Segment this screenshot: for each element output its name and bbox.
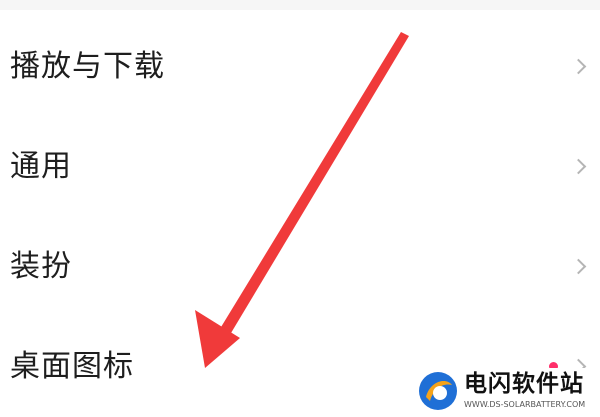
settings-item-playback-download[interactable]: 播放与下载 (0, 17, 600, 117)
settings-item-label: 桌面图标 (10, 349, 134, 384)
settings-item-label: 装扮 (10, 249, 72, 284)
chevron-right-icon (570, 158, 587, 175)
watermark: 电闪软件站 WWW.DS-SOLARBATTERY.COM (404, 368, 600, 417)
site-logo-icon (419, 372, 457, 410)
settings-item-label: 播放与下载 (10, 49, 165, 84)
watermark-title: 电闪软件站 (464, 371, 584, 397)
settings-item-general[interactable]: 通用 (0, 117, 600, 217)
chevron-right-icon (570, 258, 587, 275)
settings-list: 播放与下载 通用 装扮 桌面图标 (0, 0, 600, 417)
watermark-url: WWW.DS-SOLARBATTERY.COM (464, 400, 586, 409)
settings-item-label: 通用 (10, 149, 72, 184)
chevron-right-icon (570, 58, 587, 75)
settings-item-dressup[interactable]: 装扮 (0, 217, 600, 317)
